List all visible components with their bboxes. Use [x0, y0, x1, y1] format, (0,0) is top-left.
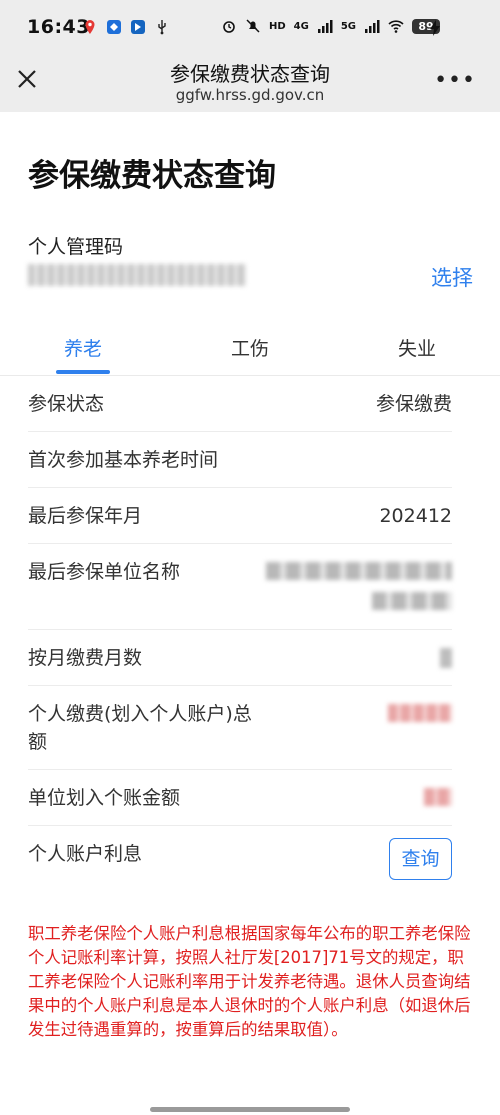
usb-icon: [158, 20, 166, 35]
row-value: 参保缴费: [375, 393, 452, 415]
insurance-tabs: 养老 工伤 失业: [0, 318, 500, 376]
row-monthly-paid-months: 按月缴费月数: [28, 630, 452, 686]
personal-code-label: 个人管理码: [28, 236, 124, 258]
row-label: 最后参保单位名称: [28, 561, 181, 583]
network-5g-indicator: 5G: [340, 20, 356, 32]
row-insured-status: 参保状态 参保缴费: [28, 376, 452, 432]
row-label: 最后参保年月: [28, 505, 143, 527]
row-personal-contribution-total: 个人缴费(划入个人账户)总额: [28, 686, 452, 770]
network-4g-indicator: 4G: [293, 20, 309, 32]
signal-icon: [317, 20, 333, 33]
signal-icon-2: [365, 20, 380, 33]
row-label: 首次参加基本养老时间: [28, 449, 219, 471]
row-label: 按月缴费月数: [28, 647, 143, 669]
row-label: 个人缴费(划入个人账户)总额: [28, 703, 252, 753]
wifi-icon: [388, 20, 404, 33]
status-left-icons: [82, 19, 170, 35]
tab-unemployment[interactable]: 失业: [398, 334, 436, 361]
app-notification-icon: [107, 20, 121, 34]
status-right-icons: HD 4G 5G 89: [221, 18, 440, 34]
row-label: 个人账户利息: [28, 843, 143, 865]
row-first-pension-time: 首次参加基本养老时间: [28, 432, 452, 488]
choose-button[interactable]: 选择: [431, 262, 473, 292]
tab-work-injury[interactable]: 工伤: [231, 334, 269, 361]
more-menu-button[interactable]: •••: [434, 68, 476, 93]
nav-bar: 参保缴费状态查询 ggfw.hrss.gd.gov.cn •••: [0, 56, 500, 112]
row-account-interest: 个人账户利息 查询: [28, 826, 452, 896]
hd-indicator: HD: [268, 20, 286, 32]
tab-pension[interactable]: 养老: [64, 334, 102, 361]
row-unit-to-account-amount: 单位划入个账金额: [28, 770, 452, 826]
status-bar: 16:43 HD 4G 5G 89: [0, 0, 500, 56]
row-value-redacted: [440, 648, 452, 668]
nav-url: ggfw.hrss.gd.gov.cn: [175, 86, 325, 104]
mute-icon: [246, 19, 260, 33]
page-title: 参保缴费状态查询: [28, 158, 276, 194]
alarm-icon: [223, 21, 235, 33]
row-label: 单位划入个账金额: [28, 787, 181, 809]
row-last-insured-month: 最后参保年月 202412: [28, 488, 452, 544]
row-value-redacted: [372, 592, 452, 610]
status-time: 16:43: [27, 16, 90, 38]
row-value-redacted: [266, 562, 452, 580]
row-value-redacted: [424, 788, 452, 806]
query-interest-button[interactable]: 查询: [389, 838, 452, 880]
app-notification-icon-2: [131, 20, 145, 34]
interest-notice-text: 职工养老保险个人账户利息根据国家每年公布的职工养老保险个人记账利率计算，按照人社…: [28, 924, 471, 1039]
row-last-unit-name: 最后参保单位名称: [28, 544, 452, 630]
active-tab-indicator: [56, 370, 110, 374]
home-indicator[interactable]: [150, 1107, 350, 1112]
row-value-redacted: [388, 704, 452, 722]
row-value: 202412: [379, 505, 452, 527]
row-label: 参保状态: [28, 393, 105, 415]
location-pin-icon: [85, 20, 95, 34]
personal-code-value-redacted: [28, 264, 246, 286]
charging-bolt-icon: [430, 20, 440, 36]
nav-title: 参保缴费状态查询: [170, 62, 330, 86]
